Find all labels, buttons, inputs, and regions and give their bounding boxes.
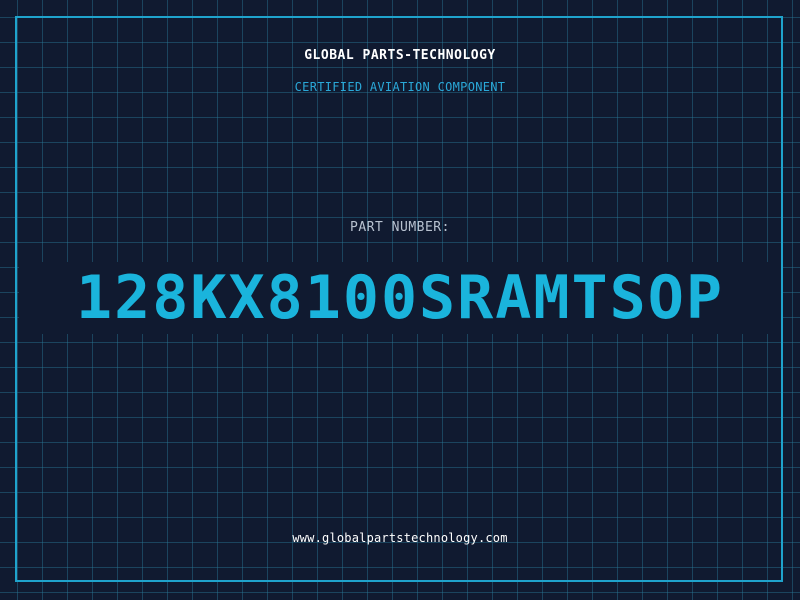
certificate-page: GLOBAL PARTS-TECHNOLOGY CERTIFIED AVIATI…: [0, 0, 800, 600]
part-number-value: 128KX8100SRAMTSOP: [75, 263, 725, 333]
part-number-label: PART NUMBER:: [350, 220, 450, 235]
certification-subtitle: CERTIFIED AVIATION COMPONENT: [294, 80, 506, 94]
company-name: GLOBAL PARTS-TECHNOLOGY: [304, 48, 496, 63]
website-url: www.globalpartstechnology.com: [292, 531, 508, 545]
part-number-panel: 128KX8100SRAMTSOP: [19, 262, 781, 334]
